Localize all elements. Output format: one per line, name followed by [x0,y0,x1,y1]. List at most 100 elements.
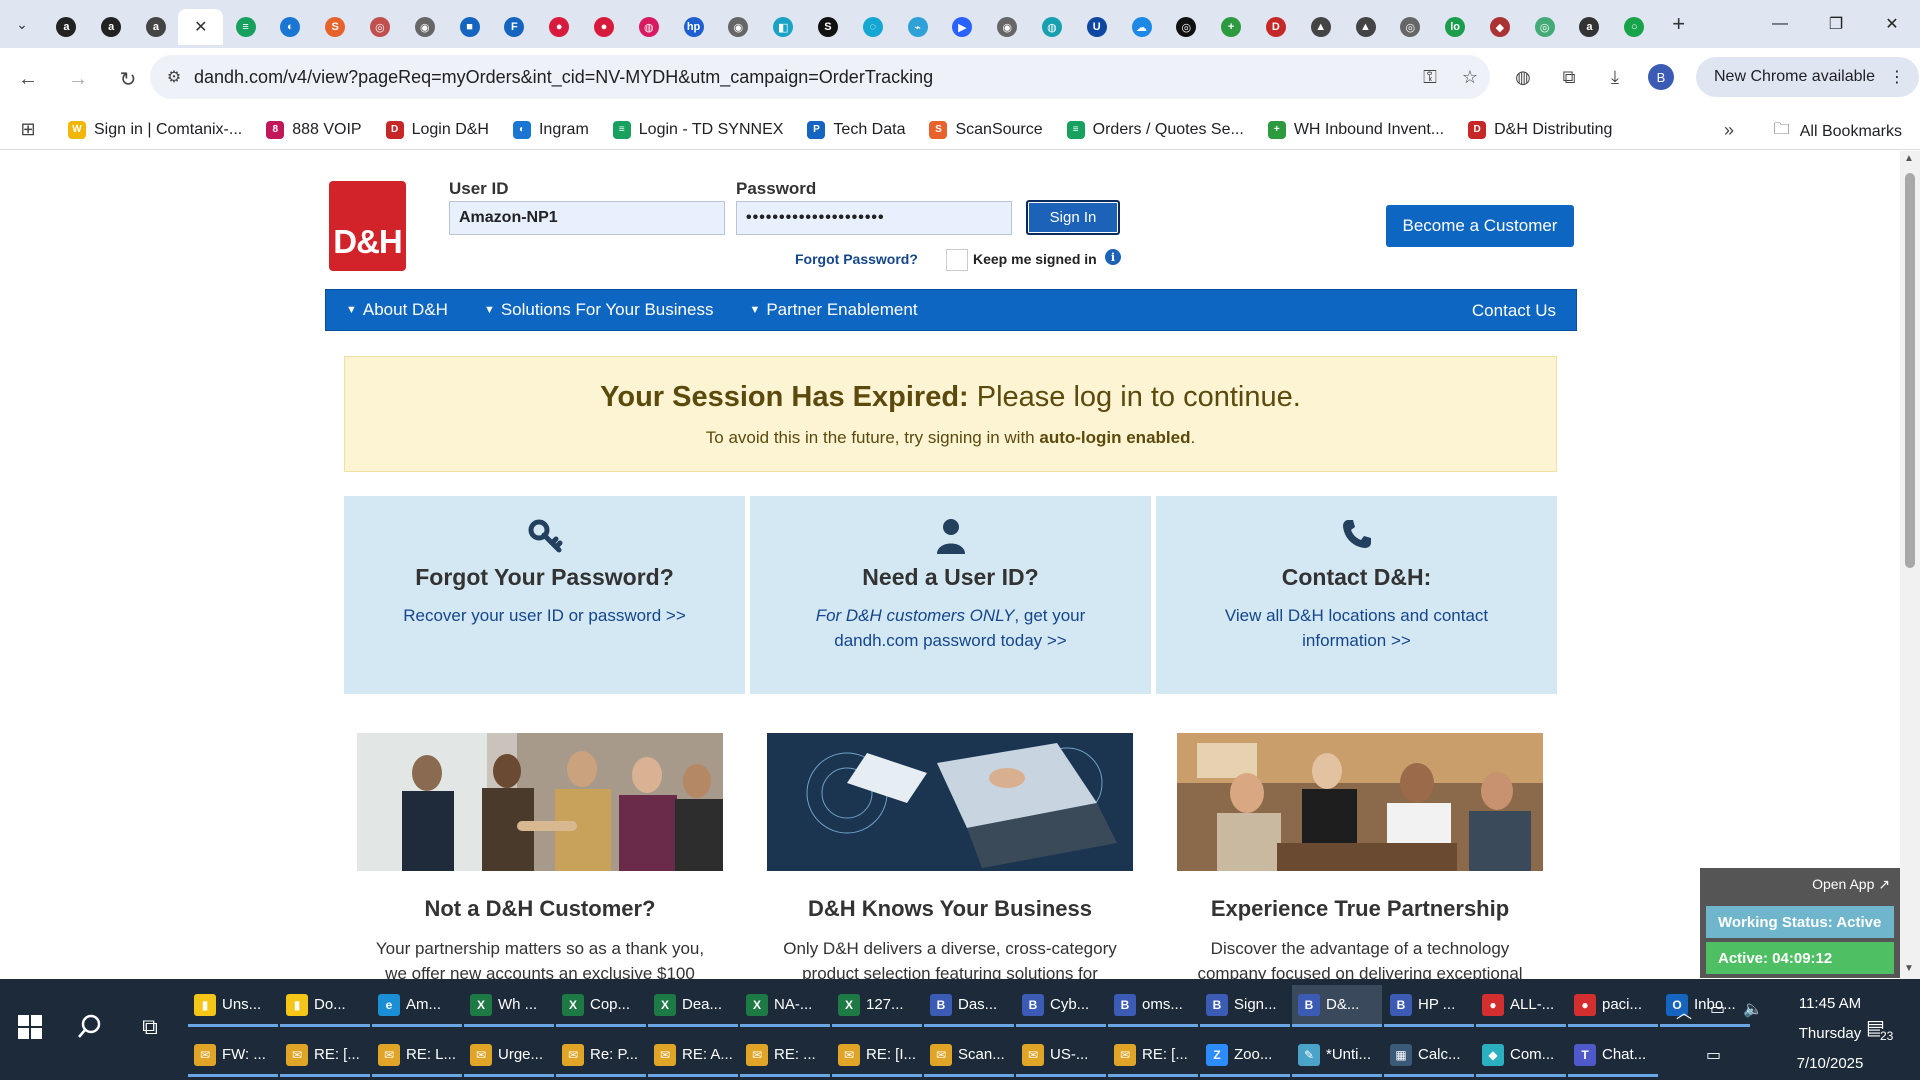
taskbar-item[interactable]: B Das... [924,985,1014,1027]
taskbar-item[interactable]: B Cyb... [1016,985,1106,1027]
windows-start-icon[interactable] [10,1007,50,1047]
taskbar-item[interactable]: ✉ RE: ... [740,1035,830,1077]
tab-16[interactable]: ◧ [761,9,806,45]
info-icon[interactable]: i [1105,249,1121,265]
tab-33[interactable]: ◎ [1522,9,1567,45]
tab-13[interactable]: ◍ [626,9,671,45]
taskbar-item[interactable]: ▦ Calc... [1384,1035,1474,1077]
sign-in-button[interactable]: Sign In [1026,200,1120,235]
tab-search-dropdown[interactable]: ⌄ [0,0,44,48]
tab-25[interactable]: ◎ [1164,9,1209,45]
tab-9[interactable]: ■ [447,9,492,45]
password-key-icon[interactable]: ⚿ [1410,67,1450,88]
tab-26[interactable]: + [1209,9,1254,45]
tab-34[interactable]: a [1567,9,1612,45]
nav-contact-us[interactable]: Contact Us [1472,301,1556,321]
tab-24[interactable]: ☁ [1119,9,1164,45]
tab-7[interactable]: ◎ [358,9,403,45]
become-customer-button[interactable]: Become a Customer [1386,205,1574,247]
bookmark-item[interactable]: D Login D&H [374,120,501,139]
open-app-button[interactable]: Open App ↗ [1812,876,1890,893]
tab-15[interactable]: ◉ [716,9,761,45]
taskbar-item[interactable]: B HP ... [1384,985,1474,1027]
bookmark-star-icon[interactable]: ☆ [1450,67,1490,88]
more-bookmarks-icon[interactable]: » [1724,120,1734,141]
scrollbar-thumb[interactable] [1905,173,1915,568]
tab-19[interactable]: ⌁ [895,9,940,45]
tab-29[interactable]: ▲ [1343,9,1388,45]
tab-14[interactable]: hp [671,9,716,45]
apps-grid-icon[interactable]: ⊞ [0,119,56,140]
taskbar-item[interactable]: ▮ Uns... [188,985,278,1027]
close-window-icon[interactable]: ✕ [1864,0,1920,48]
new-tab-button[interactable]: + [1661,6,1697,42]
tab-10[interactable]: F [492,9,537,45]
taskbar-item[interactable]: ● ALL-... [1476,985,1566,1027]
taskbar-item[interactable]: Boms... [1108,985,1198,1027]
tab-30[interactable]: ◎ [1388,9,1433,45]
site-info-icon[interactable]: ⚙ [154,67,194,87]
bookmark-item[interactable]: W Sign in | Comtanix-... [56,120,254,139]
user-id-input[interactable]: Amazon-NP1 [449,201,725,235]
nav-solutions[interactable]: ▼ Solutions For Your Business [484,300,714,320]
profile-avatar[interactable]: B [1648,64,1674,90]
taskbar-item[interactable]: B Sign... [1200,985,1290,1027]
taskbar-item[interactable]: X 127... [832,985,922,1027]
taskbar-item[interactable]: X Wh ... [464,985,554,1027]
minimize-icon[interactable]: — [1752,0,1808,48]
bookmark-item[interactable]: ◐ Ingram [501,120,601,139]
taskbar-item[interactable]: ◆ Com... [1476,1035,1566,1077]
tab-27[interactable]: D [1254,9,1299,45]
bookmark-item[interactable]: ≡ Orders / Quotes Se... [1055,120,1256,139]
keep-signed-in-checkbox[interactable] [946,249,968,271]
scroll-down-arrow-icon[interactable]: ▼ [1904,963,1914,974]
notification-center-icon[interactable]: ▤ 23 [1866,1015,1894,1043]
taskbar-item[interactable]: ✉ Urge... [464,1035,554,1077]
nav-about[interactable]: ▼ About D&H [346,300,448,320]
tab-21[interactable]: ◉ [985,9,1030,45]
bookmark-item[interactable]: + WH Inbound Invent... [1256,120,1456,139]
show-hidden-icons-icon[interactable]: ︿ [1676,999,1692,1023]
taskbar-search-icon[interactable] [70,1007,110,1047]
bookmark-item[interactable]: S ScanSource [917,120,1054,139]
page-scrollbar[interactable]: ▲ ▼ [1900,151,1920,979]
password-input[interactable]: ••••••••••••••••••••• [736,201,1012,235]
translate-globe-icon[interactable]: ◍ [1500,67,1546,88]
restore-icon[interactable]: ❐ [1808,0,1864,48]
desktop-notif-icon[interactable]: ▭ [1706,1045,1721,1065]
taskbar-item[interactable]: ✉ RE: A... [648,1035,738,1077]
taskbar-item[interactable]: Z Zoo... [1200,1035,1290,1077]
taskbar-item[interactable]: X Dea... [648,985,738,1027]
tab-2[interactable]: a [134,9,179,45]
locations-link[interactable]: View all D&H locations and contact infor… [1207,603,1507,653]
taskbar-item[interactable]: ✉ FW: ... [188,1035,278,1077]
bookmark-item[interactable]: ≡ Login - TD SYNNEX [601,120,796,139]
back-arrow-icon[interactable]: ← [6,57,50,101]
taskbar-item[interactable]: ✉ RE: [I... [832,1035,922,1077]
working-status-badge[interactable]: Working Status: Active [1706,906,1894,938]
tab-20[interactable]: ▶ [940,9,985,45]
bookmark-item[interactable]: 8 888 VOIP [254,120,373,139]
tab-11[interactable]: ● [537,9,582,45]
get-password-link[interactable]: For D&H customers ONLY, get your dandh.c… [801,603,1101,653]
tab-4[interactable]: ≡ [223,9,268,45]
more-menu-icon[interactable]: ⋮ [1889,67,1905,87]
taskbar-item[interactable]: ✉ RE: [... [280,1035,370,1077]
all-bookmarks[interactable]: 🗀 All Bookmarks [1774,118,1902,145]
tab-close-icon[interactable]: ✕ [194,17,207,37]
taskbar-item[interactable]: X NA-... [740,985,830,1027]
tab-17[interactable]: S [806,9,851,45]
reload-icon[interactable]: ↻ [106,57,150,101]
taskbar-item[interactable]: ✉ US-... [1016,1035,1106,1077]
taskbar-item[interactable]: ● paci... [1568,985,1658,1027]
taskbar-item[interactable]: ✉ RE: [... [1108,1035,1198,1077]
taskbar-item[interactable]: X Cop... [556,985,646,1027]
tab-28[interactable]: ▲ [1298,9,1343,45]
extensions-puzzle-icon[interactable]: ⧉ [1546,67,1592,88]
keep-signed-in-label[interactable]: Keep me signed in [973,251,1097,267]
bookmark-item[interactable]: P Tech Data [795,120,917,139]
task-view-icon[interactable]: ⧉ [130,1007,170,1047]
tab-0[interactable]: a [44,9,89,45]
taskbar-item[interactable]: T Chat... [1568,1035,1658,1077]
dh-logo[interactable]: D&H [329,181,406,271]
